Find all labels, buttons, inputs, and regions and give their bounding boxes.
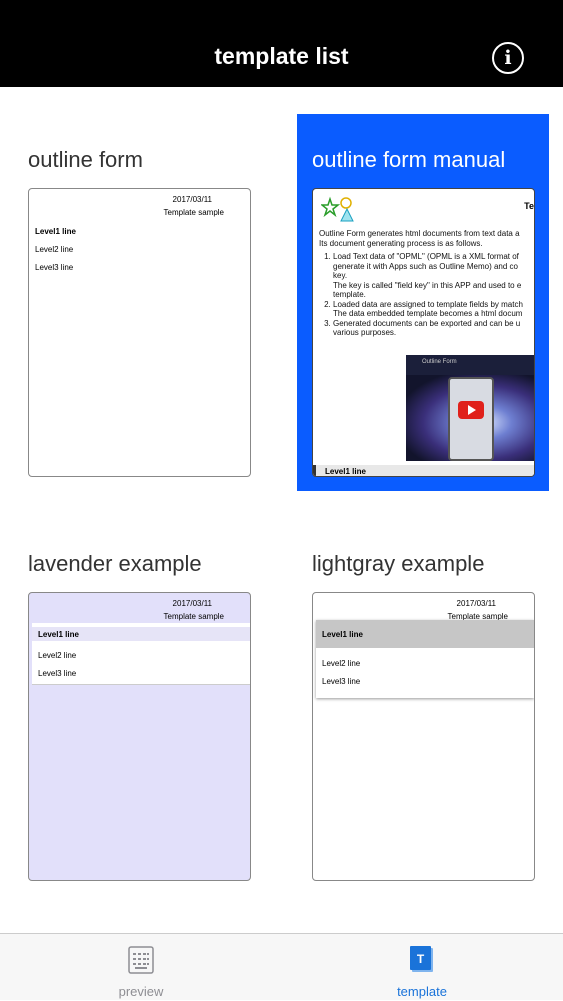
tab-bar: preview T template: [0, 933, 563, 1000]
template-thumbnail[interactable]: 2017/03/11 Template sample Level1 line L…: [312, 592, 535, 881]
thumb-level2: Level2 line: [322, 659, 361, 668]
thumb-level2: Level2 line: [38, 651, 77, 660]
thumb-level3: Level3 line: [38, 669, 77, 678]
navigation-bar: template list i: [0, 0, 563, 87]
manual-level1-row: Level1 line: [313, 465, 534, 476]
thumb-content-panel: Level1 line Level2 line Level3 line: [32, 623, 250, 685]
tab-template[interactable]: T template: [352, 934, 492, 1001]
thumb-content-panel: Level1 line Level2 line Level3 line: [316, 620, 534, 698]
template-name: outline form manual: [312, 147, 506, 172]
thumb-level3: Level3 line: [35, 263, 74, 272]
play-triangle-icon: [468, 405, 476, 415]
tab-label: template: [397, 984, 447, 999]
manual-step: Generated documents can be exported and …: [333, 319, 534, 338]
thumb-level1: Level1 line: [38, 630, 79, 639]
thumb-date: 2017/03/11: [456, 599, 496, 608]
shapes-logo-icon: [321, 196, 354, 222]
manual-step: Loaded data are assigned to template fie…: [333, 300, 534, 319]
thumb-level3: Level3 line: [322, 677, 361, 686]
thumb-subtitle: Template sample: [163, 612, 224, 621]
template-thumbnail[interactable]: Te Outline Form generates html documents…: [312, 188, 535, 477]
thumb-level1: Level1 line: [35, 227, 76, 236]
tab-preview[interactable]: preview: [71, 934, 211, 1001]
svg-text:T: T: [417, 952, 425, 966]
template-thumbnail[interactable]: 2017/03/11 Template sample Level1 line L…: [28, 592, 251, 881]
page-title: template list: [214, 43, 349, 69]
manual-intro: Outline Form generates html documents fr…: [319, 229, 534, 338]
thumb-date: 2017/03/11: [172, 195, 212, 204]
thumb-level1: Level1 line: [322, 630, 363, 639]
template-name: lightgray example: [312, 551, 485, 576]
template-name: outline form: [28, 147, 143, 172]
thumb-date: 2017/03/11: [172, 599, 212, 608]
manual-heading: Te: [524, 201, 534, 211]
tab-label: preview: [118, 984, 164, 999]
template-icon: T: [410, 946, 433, 972]
info-icon[interactable]: i: [492, 42, 524, 74]
thumb-subtitle: Template sample: [163, 208, 224, 217]
template-thumbnail[interactable]: 2017/03/11 Template sample Level1 line L…: [28, 188, 251, 477]
manual-step: Load Text data of "OPML" (OPML is a XML …: [333, 252, 534, 300]
phone-image: [448, 377, 494, 461]
thumb-level2: Level2 line: [35, 245, 74, 254]
video-thumbnail[interactable]: Outline Form: [406, 355, 534, 461]
keyboard-icon: [128, 946, 154, 974]
video-caption: Outline Form: [422, 359, 457, 365]
template-name: lavender example: [28, 551, 202, 576]
